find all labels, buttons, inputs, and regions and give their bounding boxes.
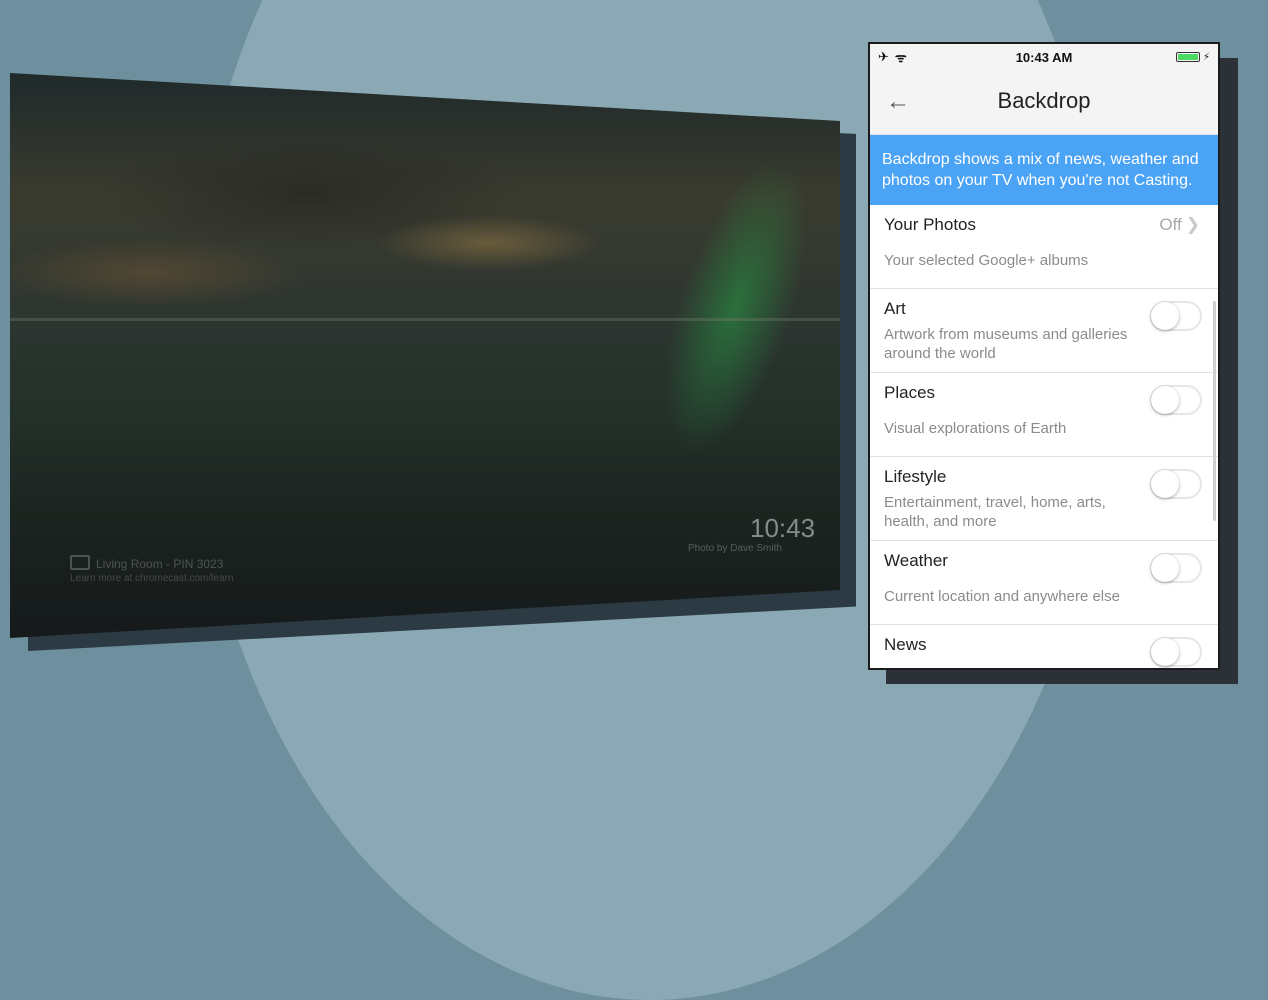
toggle-knob bbox=[1151, 386, 1179, 414]
toggle-knob bbox=[1151, 638, 1179, 666]
chevron-right-icon: ❯ bbox=[1185, 215, 1200, 234]
item-subtitle: Your selected Google+ albums bbox=[884, 252, 1089, 269]
battery-icon bbox=[1175, 52, 1200, 62]
info-banner: Backdrop shows a mix of news, weather an… bbox=[870, 135, 1218, 205]
lifestyle-toggle[interactable] bbox=[1150, 469, 1202, 499]
status-time: 10:43 AM bbox=[1015, 49, 1073, 65]
page-title: Backdrop bbox=[997, 88, 1091, 113]
list-item-weather: Weather Current location and anywhere el… bbox=[870, 541, 1218, 625]
tv-clock: 10:43 bbox=[750, 513, 816, 543]
item-value: Off ❯ bbox=[1159, 215, 1200, 235]
tv-device-url: Learn more at chromecast.com/learn bbox=[70, 573, 234, 584]
scrollbar[interactable] bbox=[1213, 301, 1216, 521]
settings-list: Your Photos Your selected Google+ albums… bbox=[870, 205, 1218, 668]
item-subtitle: Current location and anywhere else bbox=[884, 588, 1120, 605]
weather-toggle[interactable] bbox=[1150, 553, 1202, 583]
status-bar: ✈ ᯤ 10:43 AM ⚡ bbox=[870, 44, 1218, 70]
phone-screen: ✈ ᯤ 10:43 AM ⚡ ← Backdrop Backdrop shows… bbox=[868, 42, 1220, 670]
tv-photo-credit: Photo by Dave Smith bbox=[688, 543, 782, 554]
tv-device-label: Living Room - PIN 3023 bbox=[96, 557, 224, 571]
airplane-icon: ✈ bbox=[878, 49, 889, 64]
list-item-places: Places Visual explorations of Earth bbox=[870, 373, 1218, 457]
list-item-art: Art Artwork from museums and galleries a… bbox=[870, 289, 1218, 373]
tv-screen: 10:43 Photo by Dave Smith Living Room - … bbox=[10, 73, 840, 638]
toggle-knob bbox=[1151, 302, 1179, 330]
item-subtitle: Entertainment, travel, home, arts, healt… bbox=[884, 494, 1106, 530]
list-item-your-photos[interactable]: Your Photos Your selected Google+ albums… bbox=[870, 205, 1218, 289]
places-toggle[interactable] bbox=[1150, 385, 1202, 415]
cast-icon bbox=[70, 555, 90, 570]
item-subtitle: Artwork from museums and galleries aroun… bbox=[884, 326, 1128, 362]
news-toggle[interactable] bbox=[1150, 637, 1202, 667]
art-toggle[interactable] bbox=[1150, 301, 1202, 331]
tv-device-name: Living Room - PIN 3023 bbox=[70, 555, 223, 571]
item-value-text: Off bbox=[1159, 215, 1182, 234]
nav-bar: ← Backdrop bbox=[870, 70, 1218, 135]
tv-horizon bbox=[10, 318, 840, 321]
item-title: Your Photos bbox=[884, 215, 976, 234]
item-subtitle: Visual explorations of Earth bbox=[884, 420, 1067, 437]
list-item-news: News bbox=[870, 625, 1218, 668]
charging-icon: ⚡ bbox=[1202, 51, 1210, 63]
wifi-icon: ᯤ bbox=[894, 50, 907, 65]
toggle-knob bbox=[1151, 470, 1179, 498]
list-item-lifestyle: Lifestyle Entertainment, travel, home, a… bbox=[870, 457, 1218, 541]
toggle-knob bbox=[1151, 554, 1179, 582]
